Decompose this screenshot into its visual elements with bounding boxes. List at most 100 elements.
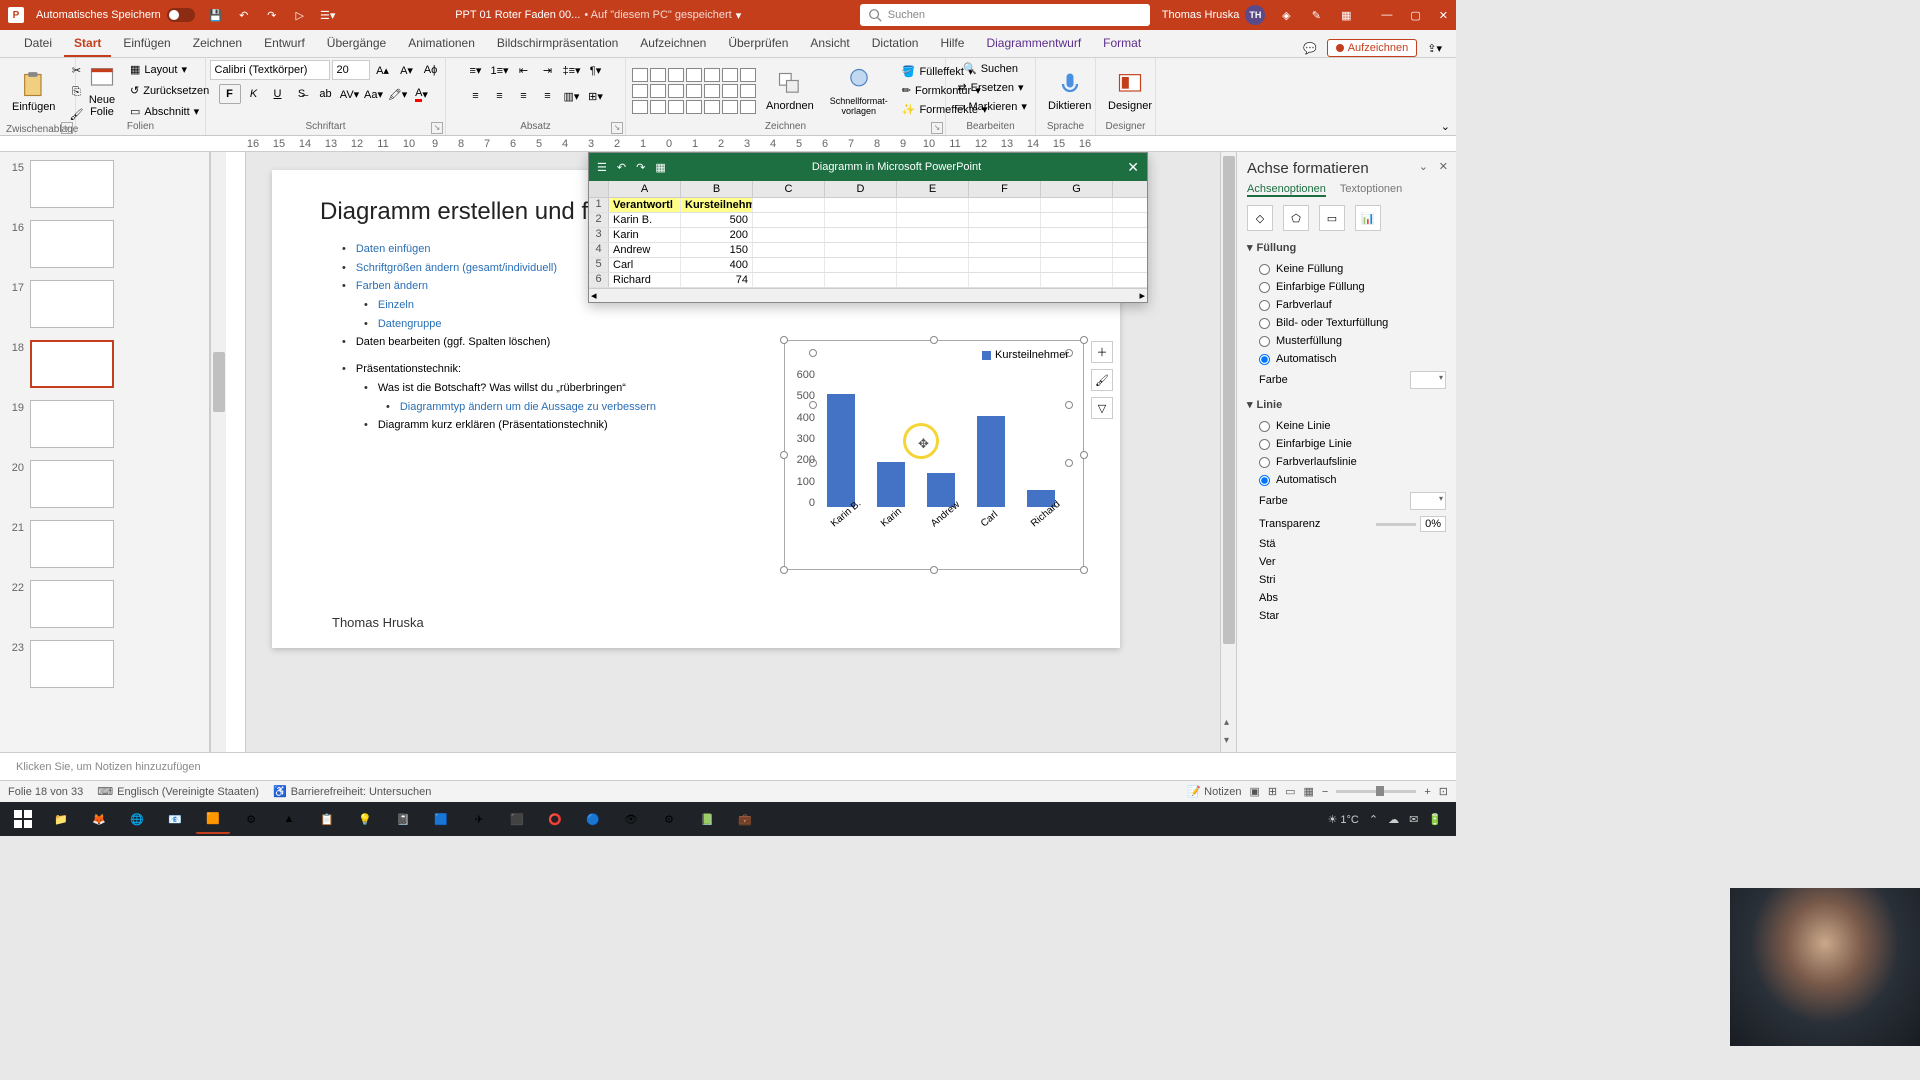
line-option[interactable]: Keine Linie [1247,417,1446,435]
row-header[interactable]: 5 [589,258,609,272]
tab-start[interactable]: Start [64,30,111,57]
line-color-button[interactable] [1410,492,1446,510]
slide-thumbnail[interactable] [30,460,114,508]
chart-filter-icon[interactable]: ▽ [1091,397,1113,419]
onenote-icon[interactable]: 📓 [386,804,420,834]
drawing-launcher[interactable]: ↘ [931,122,943,134]
tab-text-options[interactable]: Textoptionen [1340,183,1402,197]
prev-slide-icon[interactable]: ▴ [1224,717,1229,728]
toggle-icon[interactable] [167,8,195,22]
firefox-icon[interactable]: 🦊 [82,804,116,834]
arrange-button[interactable]: Anordnen [760,68,820,114]
case-icon[interactable]: Aa▾ [363,84,385,104]
row-header[interactable]: 3 [589,228,609,242]
property-row[interactable]: Abs [1247,589,1446,607]
telegram-icon[interactable]: ✈ [462,804,496,834]
chart-bar[interactable] [977,416,1005,507]
row-header[interactable]: 2 [589,213,609,227]
excel-grid[interactable]: ABCDEFG 1VerantwortlKursteilnehmer2Karin… [589,181,1147,302]
notes-toggle[interactable]: 📝 Notizen [1187,785,1241,798]
cell[interactable]: 200 [681,228,753,242]
excel-redo-icon[interactable]: ↷ [636,161,645,174]
touch-mode-icon[interactable]: ☰▾ [319,6,337,24]
user-account[interactable]: Thomas Hruska TH [1162,5,1266,25]
chart-plus-icon[interactable]: ＋ [1091,341,1113,363]
normal-view-icon[interactable]: ▣ [1249,785,1259,798]
tab-format[interactable]: Format [1093,30,1151,57]
columns-icon[interactable]: ▥▾ [561,86,583,106]
fill-option[interactable]: Musterfüllung [1247,332,1446,350]
property-row[interactable]: Ver [1247,553,1446,571]
record-button[interactable]: Aufzeichnen [1327,39,1418,57]
clear-format-icon[interactable]: Aϕ [420,60,442,80]
slide-thumbnail[interactable] [30,220,114,268]
app-icon[interactable]: 💡 [348,804,382,834]
slide-thumbnail[interactable] [30,640,114,688]
cell[interactable]: Verantwortl [609,198,681,212]
onedrive-icon[interactable]: ☁ [1388,813,1399,826]
tab-ueberpruefen[interactable]: Überprüfen [718,30,798,57]
fill-color-button[interactable] [1410,371,1446,389]
notes-pane[interactable]: Klicken Sie, um Notizen hinzuzufügen [0,752,1456,780]
cell[interactable]: Andrew [609,243,681,257]
slide-canvas[interactable]: Diagramm erstellen und formatieren Daten… [246,152,1220,752]
tab-zeichnen[interactable]: Zeichnen [183,30,252,57]
col-header[interactable]: A [609,181,681,197]
line-section-header[interactable]: ▾ Linie [1247,398,1446,411]
select-button[interactable]: ▭ Markieren ▾ [950,98,1031,115]
fill-option[interactable]: Einfarbige Füllung [1247,278,1446,296]
next-slide-icon[interactable]: ▾ [1224,735,1229,746]
col-header[interactable]: E [897,181,969,197]
tab-animationen[interactable]: Animationen [398,30,485,57]
quick-styles-button[interactable]: Schnellformat- vorlagen [824,64,894,118]
slide-v-scrollbar[interactable]: ▴ ▾ [1220,152,1236,752]
pane-close-icon[interactable]: ✕ [1439,160,1448,173]
excel-close-icon[interactable]: ✕ [1127,159,1139,176]
weather-widget[interactable]: ☀ 1°C [1327,813,1358,826]
italic-icon[interactable]: K [243,84,265,104]
property-row[interactable]: Stä [1247,535,1446,553]
app-icon[interactable]: 👁 [614,804,648,834]
paste-button[interactable]: Einfügen [6,69,61,115]
reset-button[interactable]: ↺ Zurücksetzen [126,82,213,99]
zoom-slider[interactable] [1336,790,1416,793]
fit-window-icon[interactable]: ⊡ [1439,785,1448,798]
axis-options-icon[interactable]: 📊 [1355,205,1381,231]
pane-collapse-icon[interactable]: ⌄ [1419,160,1428,173]
fill-section-header[interactable]: ▾ Füllung [1247,241,1446,254]
settings-icon[interactable]: ⚙ [652,804,686,834]
tab-datei[interactable]: Datei [14,30,62,57]
col-header[interactable]: B [681,181,753,197]
font-size-select[interactable]: 20 [332,60,370,80]
tab-uebergaenge[interactable]: Übergänge [317,30,396,57]
section-button[interactable]: ▭ Abschnitt ▾ [126,103,213,120]
tab-entwurf[interactable]: Entwurf [254,30,315,57]
new-slide-button[interactable]: Neue Folie [82,62,122,120]
powerpoint-icon[interactable]: 🟧 [196,804,230,834]
app-icon[interactable]: 🔵 [576,804,610,834]
indent-inc-icon[interactable]: ⇥ [537,60,559,80]
comments-icon[interactable]: 💬 [1303,42,1317,55]
slide-thumbnail[interactable] [30,160,114,208]
row-header[interactable]: 6 [589,273,609,287]
start-button[interactable] [6,804,40,834]
system-tray[interactable]: ☀ 1°C ⌃ ☁ ✉ 🔋 [1327,813,1450,826]
pen-icon[interactable]: ✎ [1307,6,1325,24]
mail-tray-icon[interactable]: ✉ [1409,813,1418,826]
property-row[interactable]: Star [1247,607,1446,625]
chrome-icon[interactable]: 🌐 [120,804,154,834]
cell[interactable]: Kursteilnehmer [681,198,753,212]
collapse-ribbon-icon[interactable]: ⌄ [1441,120,1450,133]
col-header[interactable]: F [969,181,1041,197]
tab-diagrammentwurf[interactable]: Diagrammentwurf [976,30,1091,57]
excel-grid-icon[interactable]: ▦ [655,161,665,174]
effects-icon[interactable]: ⬠ [1283,205,1309,231]
cell[interactable]: 400 [681,258,753,272]
bullets-icon[interactable]: ≡▾ [465,60,487,80]
zoom-out-icon[interactable]: − [1322,786,1328,798]
zoom-in-icon[interactable]: + [1424,786,1430,798]
fill-option[interactable]: Bild- oder Texturfüllung [1247,314,1446,332]
slide-thumbnail[interactable] [30,520,114,568]
font-color-icon[interactable]: A▾ [411,84,433,104]
layout-button[interactable]: ▦ Layout ▾ [126,61,213,78]
